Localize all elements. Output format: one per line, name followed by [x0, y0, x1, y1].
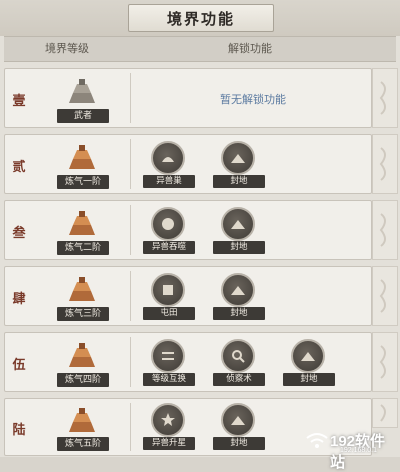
altar-icon	[65, 77, 99, 107]
realm-name: 炼气一阶	[57, 175, 109, 189]
no-unlock-text: 暂无解锁功能	[220, 93, 286, 106]
feature-label: 封地	[213, 175, 265, 188]
rank-numeral: 贰	[12, 160, 26, 175]
beast-star-icon	[151, 403, 185, 437]
header-unlock-feature: 解锁功能	[228, 42, 272, 55]
altar-icon	[65, 209, 99, 239]
rank-numeral: 伍	[12, 358, 26, 373]
realm-function-panel: 境界功能 境界等级 解锁功能 壹 武者 暂无解锁功能 贰 炼气一阶 异兽巢 封地	[0, 0, 400, 471]
cloud-ornament-icon	[372, 332, 398, 392]
realm-name: 炼气二阶	[57, 241, 109, 255]
feature-label: 侦察术	[213, 373, 265, 386]
feature-fief[interactable]: 封地	[209, 141, 269, 191]
feature-fief[interactable]: 封地	[209, 403, 269, 453]
feature-label: 异兽升星	[143, 437, 195, 450]
cloud-ornament-icon	[372, 398, 398, 428]
table-row: 肆 炼气三阶 屯田 封地	[4, 266, 372, 326]
feature-fief[interactable]: 封地	[209, 207, 269, 257]
fief-icon	[221, 273, 255, 307]
feature-fief[interactable]: 封地	[279, 339, 339, 389]
divider	[130, 205, 131, 255]
feature-fief[interactable]: 封地	[209, 273, 269, 323]
farming-icon	[151, 273, 185, 307]
feature-label: 封地	[213, 307, 265, 320]
divider	[130, 139, 131, 189]
panel-title: 境界功能	[128, 4, 274, 32]
wifi-icon	[306, 433, 328, 448]
altar-icon	[65, 275, 99, 305]
level-swap-icon	[151, 339, 185, 373]
fief-icon	[291, 339, 325, 373]
rank-numeral: 壹	[12, 94, 26, 109]
divider	[130, 337, 131, 387]
feature-beast-star[interactable]: 异兽升星	[139, 403, 199, 453]
realm-name: 炼气三阶	[57, 307, 109, 321]
divider	[130, 403, 131, 451]
feature-beast-nest[interactable]: 异兽巢	[139, 141, 199, 191]
fief-icon	[221, 207, 255, 241]
realm-name: 炼气四阶	[57, 373, 109, 387]
feature-label: 异兽吞噬	[143, 241, 195, 254]
realm-name: 炼气五阶	[57, 437, 109, 451]
feature-label: 封地	[283, 373, 335, 386]
feature-label: 封地	[213, 437, 265, 450]
table-row: 伍 炼气四阶 等级互换 侦察术 封地	[4, 332, 372, 392]
feature-farming[interactable]: 屯田	[139, 273, 199, 323]
rank-numeral: 肆	[12, 292, 26, 307]
cloud-ornament-icon	[372, 266, 398, 326]
feature-level-swap[interactable]: 等级互换	[139, 339, 199, 389]
feature-label: 异兽巢	[143, 175, 195, 188]
rank-numeral: 叁	[12, 226, 26, 241]
feature-beast-devour[interactable]: 异兽吞噬	[139, 207, 199, 257]
fief-icon	[221, 403, 255, 437]
feature-label: 封地	[213, 241, 265, 254]
feature-label: 屯田	[143, 307, 195, 320]
table-row: 壹 武者 暂无解锁功能	[4, 68, 372, 128]
fief-icon	[221, 141, 255, 175]
rank-numeral: 陆	[12, 423, 26, 438]
cloud-ornament-icon	[372, 134, 398, 194]
beast-devour-icon	[151, 207, 185, 241]
cloud-ornament-icon	[372, 200, 398, 260]
table-header: 境界等级 解锁功能	[4, 36, 396, 62]
watermark-sub: 192.168.0.1	[340, 447, 377, 454]
feature-label: 等级互换	[143, 373, 195, 386]
altar-icon	[65, 406, 99, 436]
feature-scout[interactable]: 侦察术	[209, 339, 269, 389]
altar-icon	[65, 143, 99, 173]
beast-nest-icon	[151, 141, 185, 175]
table-row: 贰 炼气一阶 异兽巢 封地	[4, 134, 372, 194]
scout-icon	[221, 339, 255, 373]
cloud-ornament-icon	[372, 68, 398, 128]
title-bar: 境界功能	[0, 0, 400, 36]
table-row: 叁 炼气二阶 异兽吞噬 封地	[4, 200, 372, 260]
watermark: 192软件站 192.168.0.1	[300, 426, 400, 471]
divider	[130, 73, 131, 123]
realm-name: 武者	[57, 109, 109, 123]
altar-icon	[65, 341, 99, 371]
divider	[130, 271, 131, 321]
header-realm-level: 境界等级	[45, 42, 89, 55]
